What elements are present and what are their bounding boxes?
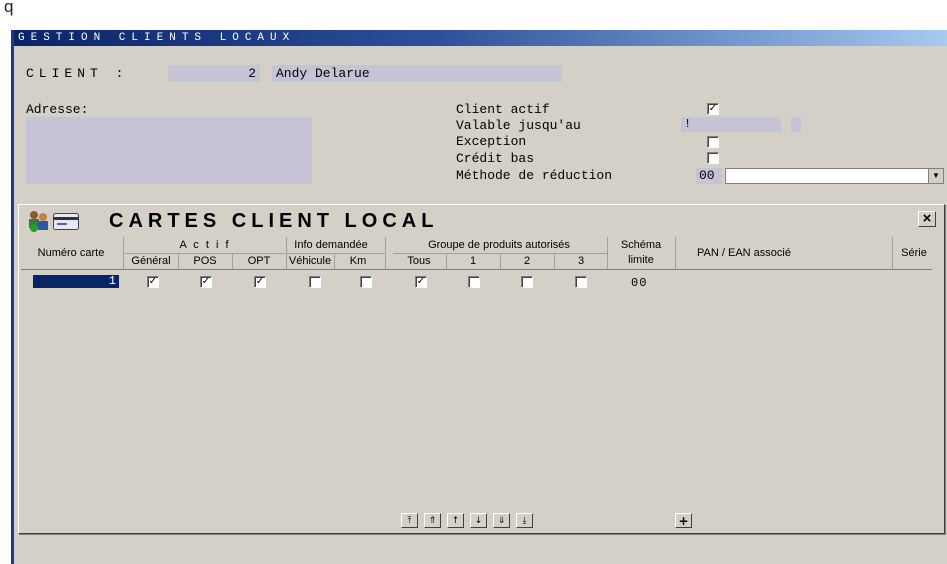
valid-until-suffix-field[interactable]: [791, 117, 801, 132]
divider: [21, 269, 932, 270]
divider: [446, 253, 447, 269]
page-down-icon[interactable]: ⇓: [493, 513, 510, 528]
header-tous: Tous: [407, 255, 431, 267]
users-icon: [29, 211, 48, 232]
tous-checkbox[interactable]: ✓: [415, 276, 427, 288]
divider: [892, 237, 893, 269]
schema-value: 00: [631, 276, 648, 290]
reduction-select[interactable]: ▼: [725, 168, 944, 184]
header-group-2: 2: [523, 255, 531, 267]
client-name: Andy Delarue: [276, 66, 370, 81]
divider: [123, 237, 124, 269]
header-schema-line2: limite: [628, 254, 654, 266]
divider: [554, 253, 555, 269]
header-schema: Schéma: [620, 239, 662, 251]
address-label: Adresse:: [26, 102, 89, 117]
reduction-code: 00: [699, 168, 715, 183]
card-icon: [53, 213, 79, 230]
main-window: GESTION CLIENTS LOCAUX CLIENT : 2 Andy D…: [11, 30, 947, 564]
header-info: Info demandée: [294, 239, 368, 251]
valid-until-label: Valable jusqu'au: [456, 118, 581, 133]
valid-until-field[interactable]: !: [681, 117, 781, 132]
group-2-checkbox[interactable]: [521, 276, 533, 288]
address-field[interactable]: [26, 117, 312, 184]
pos-checkbox[interactable]: ✓: [200, 276, 212, 288]
divider: [607, 237, 608, 269]
client-number-field[interactable]: 2: [168, 65, 260, 82]
divider: [232, 253, 233, 269]
header-pan: PAN / EAN associé: [697, 247, 791, 259]
last-icon[interactable]: ⤓: [516, 513, 533, 528]
divider: [500, 253, 501, 269]
low-credit-checkbox[interactable]: [707, 152, 719, 164]
header-serie: Série: [901, 247, 927, 259]
divider: [385, 237, 386, 269]
cards-panel: CARTES CLIENT LOCAL × Numéro carte A c t…: [18, 204, 945, 534]
divider: [286, 237, 287, 269]
close-icon[interactable]: ×: [918, 211, 936, 227]
client-label: CLIENT :: [26, 66, 129, 81]
page-up-icon[interactable]: ⇑: [424, 513, 441, 528]
first-icon[interactable]: ⤒: [401, 513, 418, 528]
divider: [675, 237, 676, 269]
up-icon[interactable]: ↑: [447, 513, 464, 528]
divider: [287, 253, 385, 254]
header-general: Général: [131, 255, 171, 267]
opt-checkbox[interactable]: ✓: [254, 276, 266, 288]
window-title: GESTION CLIENTS LOCAUX: [14, 30, 947, 46]
active-checkbox[interactable]: ✓: [707, 103, 719, 115]
low-credit-label: Crédit bas: [456, 151, 535, 166]
client-name-field[interactable]: Andy Delarue: [272, 65, 562, 82]
active-label: Client actif: [456, 102, 550, 117]
corner-glyph: q: [4, 0, 14, 16]
header-pos: POS: [193, 255, 217, 267]
header-group: Groupe de produits autorisés: [428, 239, 570, 251]
down-icon[interactable]: ↓: [470, 513, 487, 528]
card-number-value: 1: [108, 274, 116, 288]
reduction-code-field[interactable]: 00: [696, 168, 722, 184]
divider: [334, 253, 335, 269]
valid-until-value: !: [684, 117, 692, 131]
panel-title: CARTES CLIENT LOCAL: [109, 210, 439, 232]
divider: [178, 253, 179, 269]
header-group-3: 3: [577, 255, 585, 267]
header-group-1: 1: [469, 255, 477, 267]
add-button[interactable]: +: [675, 513, 692, 528]
header-km: Km: [349, 255, 367, 267]
general-checkbox[interactable]: ✓: [147, 276, 159, 288]
header-vehicule: Véhicule: [288, 255, 332, 267]
card-number-cell[interactable]: 1: [33, 275, 119, 288]
client-number: 2: [248, 66, 256, 81]
exception-label: Exception: [456, 134, 527, 149]
group-1-checkbox[interactable]: [468, 276, 480, 288]
km-checkbox[interactable]: [360, 276, 372, 288]
header-card-number: Numéro carte: [37, 247, 105, 259]
dropdown-arrow-icon[interactable]: ▼: [928, 169, 943, 183]
header-opt: OPT: [247, 255, 271, 267]
header-actif: A c t i f: [179, 239, 231, 251]
vehicule-checkbox[interactable]: [309, 276, 321, 288]
reduction-label: Méthode de réduction: [456, 168, 613, 183]
divider: [125, 253, 285, 254]
exception-checkbox[interactable]: [707, 136, 719, 148]
group-3-checkbox[interactable]: [575, 276, 587, 288]
